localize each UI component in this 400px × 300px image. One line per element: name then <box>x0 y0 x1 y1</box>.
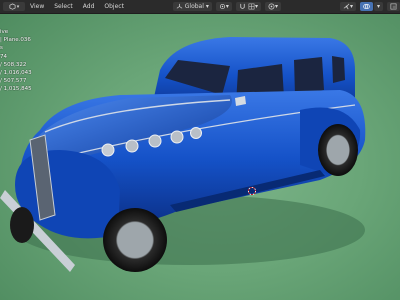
proportional-editing-toggle[interactable]: ▾ <box>264 2 281 11</box>
pivot-icon <box>219 3 225 10</box>
proportional-editing-icon <box>268 3 275 10</box>
side-window-rear <box>294 57 324 95</box>
snap-grid-icon <box>248 3 255 10</box>
gizmo-icon <box>343 3 350 10</box>
xray-icon <box>390 3 397 10</box>
3d-cursor-icon[interactable] <box>247 181 257 196</box>
stats-line: | Plane.036 <box>0 37 31 44</box>
globe-axes-icon <box>176 3 183 9</box>
hood-vent <box>148 134 162 148</box>
blender-window: ive | Plane.036 s 74 / 508,322 / 1,016,0… <box>0 0 400 300</box>
hood-vent <box>190 127 202 139</box>
car-model <box>0 37 366 272</box>
xray-toggle[interactable] <box>387 2 400 11</box>
orientation-label: Global <box>184 3 204 10</box>
headlight <box>101 143 115 157</box>
menu-object[interactable]: Object <box>99 0 129 13</box>
hood-vent <box>170 130 184 144</box>
front-left-wheel <box>10 207 34 243</box>
overlays-icon <box>363 4 370 9</box>
overlays-dropdown[interactable]: ▾ <box>373 2 383 11</box>
stats-line: 74 <box>0 53 7 60</box>
menu-select[interactable]: Select <box>49 0 78 13</box>
viewport-gizmos-toggle[interactable]: ▾ <box>339 2 356 11</box>
editor-type-selector[interactable]: ▾ <box>3 2 25 11</box>
stats-line: ive <box>0 29 9 35</box>
stats-line: / 507,577 <box>0 78 27 85</box>
stats-line: / 508,322 <box>0 61 27 68</box>
cube-icon <box>9 3 16 10</box>
rear-wheel <box>318 124 358 176</box>
viewport-header: ▾ View Select Add Object Global ▾ ▾ ▾ ▾ … <box>0 0 400 14</box>
magnet-icon <box>240 3 245 9</box>
overlays-toggle[interactable] <box>359 2 373 11</box>
stats-line: s <box>0 45 3 52</box>
side-window-back <box>332 56 345 83</box>
menu-add[interactable]: Add <box>78 0 100 13</box>
pivot-point-dropdown[interactable]: ▾ <box>215 2 232 11</box>
snap-toggle[interactable]: ▾ <box>235 2 261 11</box>
hood-vent <box>125 139 139 153</box>
transform-orientation-dropdown[interactable]: Global ▾ <box>172 2 212 11</box>
stats-line: / 1,016,043 <box>0 70 32 77</box>
3d-viewport[interactable] <box>0 0 400 300</box>
front-wheel <box>103 208 167 272</box>
viewport-statistics: ive | Plane.036 s 74 / 508,322 / 1,016,0… <box>0 28 32 94</box>
stats-line: / 1,015,845 <box>0 86 32 93</box>
menu-view[interactable]: View <box>25 0 49 13</box>
